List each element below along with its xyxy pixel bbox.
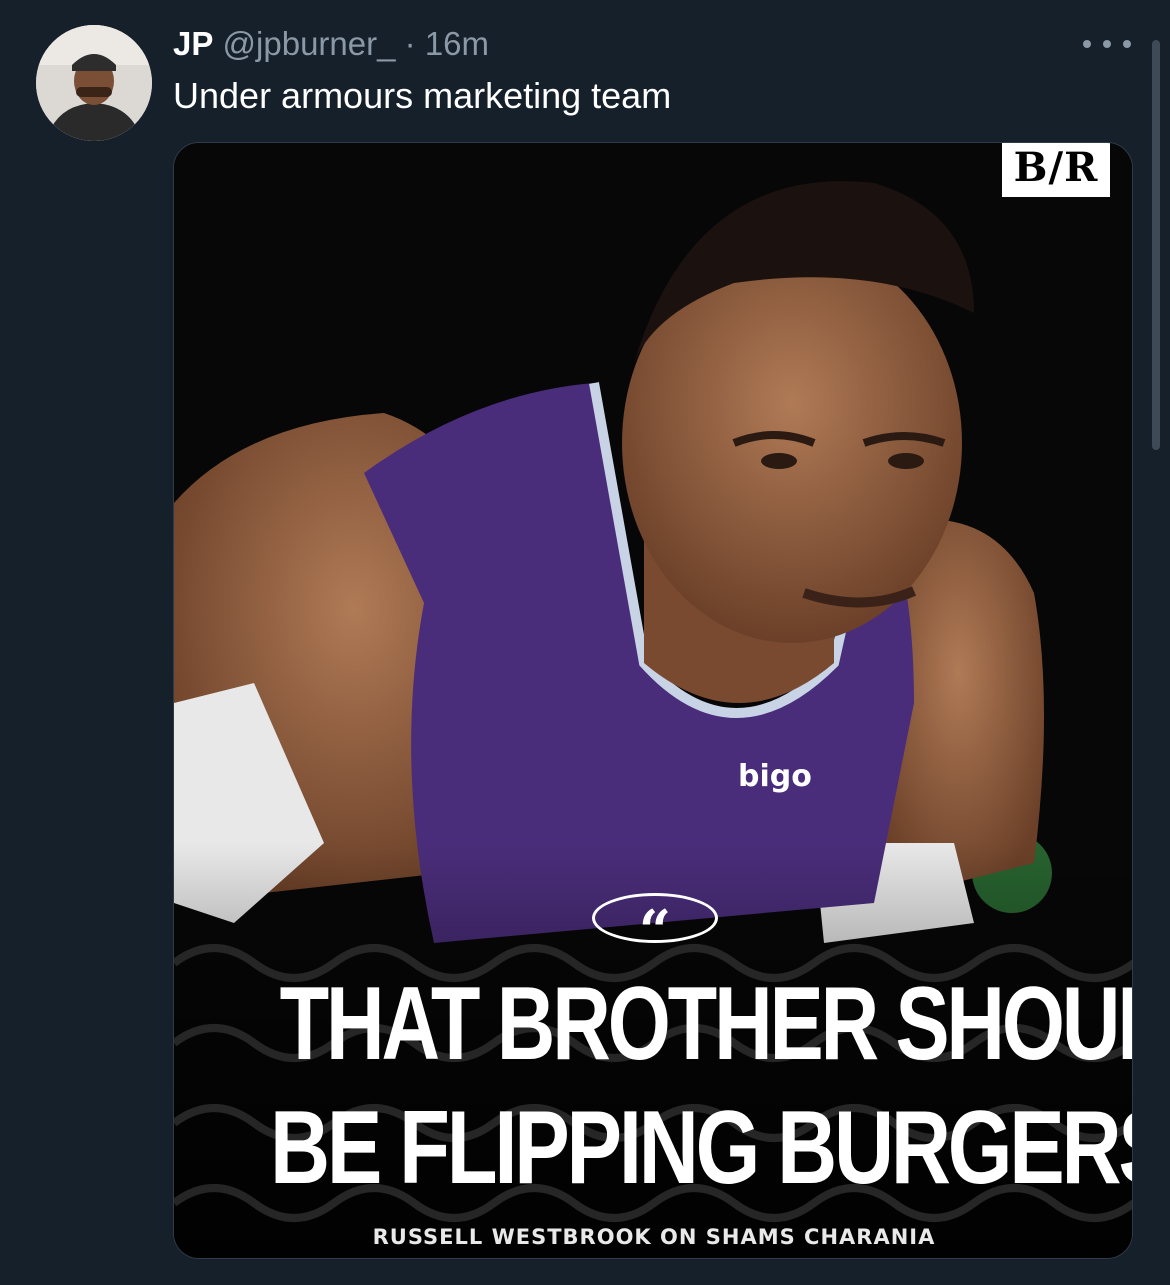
more-options-icon[interactable]	[1083, 34, 1131, 54]
jersey-sponsor-text: bigo	[738, 759, 812, 794]
bleacher-report-logo: B/R	[1002, 143, 1110, 197]
more-dot	[1123, 40, 1131, 48]
separator-dot: ·	[404, 25, 416, 62]
author-name[interactable]: JP	[173, 25, 213, 62]
headline-line-1: THAT BROTHER SHOULD	[279, 966, 1133, 1082]
headline-line-2: BE FLIPPING BURGERS.	[270, 1090, 1133, 1206]
tweet[interactable]: JP @jpburner_ · 16m Under armours market…	[0, 0, 1170, 1285]
more-dot	[1083, 40, 1091, 48]
avatar[interactable]	[36, 25, 152, 141]
avatar-image	[36, 25, 152, 141]
tweet-text: Under armours marketing team	[173, 75, 672, 116]
tweet-timestamp[interactable]: 16m	[425, 25, 489, 62]
author-handle[interactable]: @jpburner_	[223, 25, 396, 62]
tweet-header: JP @jpburner_ · 16m	[173, 24, 489, 64]
more-dot	[1103, 40, 1111, 48]
tweet-media-image[interactable]: bigo B/R “ THAT BROTHER SHOULD BE FLIPPI…	[173, 142, 1133, 1259]
quote-icon: “	[592, 893, 718, 943]
quote-attribution: RUSSELL WESTBROOK ON SHAMS CHARANIA	[372, 1225, 936, 1249]
scrollbar[interactable]	[1152, 40, 1160, 450]
